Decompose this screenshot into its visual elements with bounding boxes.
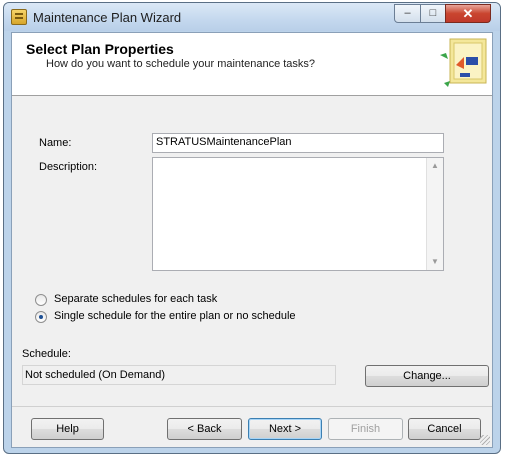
schedule-label: Schedule: <box>22 348 71 360</box>
change-schedule-button[interactable]: Change... <box>365 365 489 387</box>
window-title: Maintenance Plan Wizard <box>33 10 182 25</box>
wizard-app-icon <box>11 9 27 25</box>
single-schedule-label[interactable]: Single schedule for the entire plan or n… <box>54 310 296 322</box>
description-textarea[interactable]: ▲ ▼ <box>152 157 444 271</box>
scroll-down-icon[interactable]: ▼ <box>427 254 443 270</box>
wizard-window: Maintenance Plan Wizard – □ ✕ Select Pla… <box>3 2 501 454</box>
maximize-button[interactable]: □ <box>420 4 446 23</box>
finish-button: Finish <box>328 418 403 440</box>
description-scrollbar[interactable]: ▲ ▼ <box>426 158 443 270</box>
dialog-client-area: Select Plan Properties How do you want t… <box>11 32 493 448</box>
scroll-up-icon[interactable]: ▲ <box>427 158 443 174</box>
close-button[interactable]: ✕ <box>445 4 491 23</box>
name-input[interactable]: STRATUSMaintenancePlan <box>152 133 444 153</box>
page-title: Select Plan Properties <box>26 41 174 57</box>
title-bar[interactable]: Maintenance Plan Wizard – □ ✕ <box>4 3 500 31</box>
cancel-button[interactable]: Cancel <box>408 418 481 440</box>
resize-grip-icon[interactable] <box>480 435 490 445</box>
separate-schedules-radio[interactable] <box>35 294 47 306</box>
single-schedule-radio[interactable] <box>35 311 47 323</box>
footer-divider <box>12 406 492 407</box>
schedule-value-box: Not scheduled (On Demand) <box>22 365 336 385</box>
back-button[interactable]: < Back <box>167 418 242 440</box>
name-label: Name: <box>39 137 72 149</box>
description-label: Description: <box>39 161 98 173</box>
help-button[interactable]: Help <box>31 418 104 440</box>
minimize-button[interactable]: – <box>394 4 421 23</box>
header-wizard-graphic <box>440 38 487 87</box>
wizard-header: Select Plan Properties How do you want t… <box>12 33 492 96</box>
next-button[interactable]: Next > <box>248 418 322 440</box>
page-subtitle: How do you want to schedule your mainten… <box>46 58 316 70</box>
separate-schedules-label[interactable]: Separate schedules for each task <box>54 293 217 305</box>
